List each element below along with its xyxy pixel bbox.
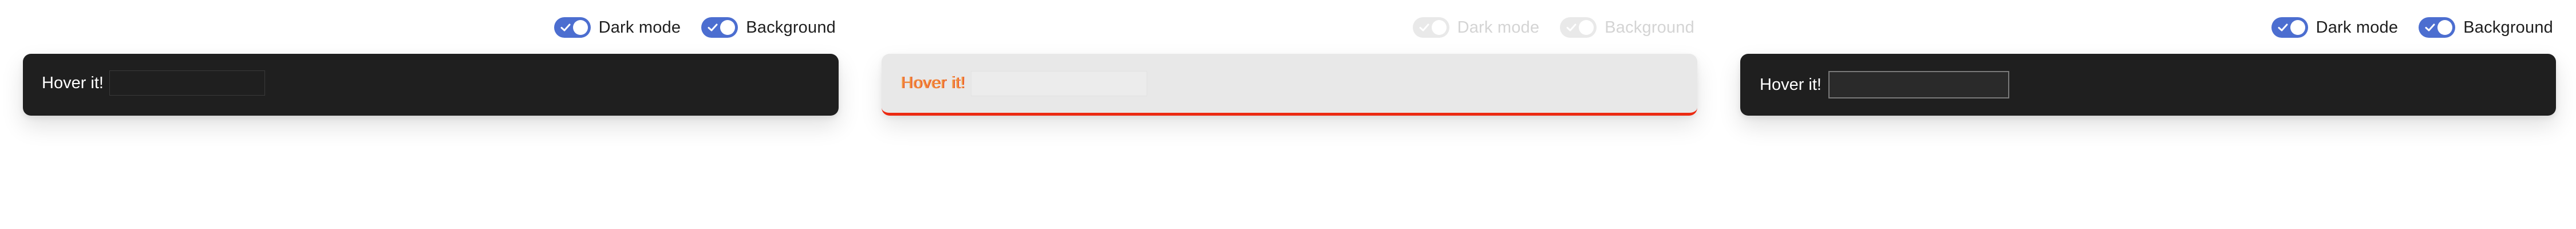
hover-card-input[interactable] [971,70,1148,96]
switch-knob [1579,20,1594,35]
dark-mode-toggle[interactable]: Dark mode [554,17,681,38]
hover-card-label: Hover it! [1760,75,1822,94]
hover-card[interactable]: Hover it! [23,54,839,116]
background-label: Background [1605,18,1694,37]
dark-mode-switch[interactable] [1412,17,1449,38]
background-label: Background [746,18,836,37]
hover-card-label: Hover it! [901,74,966,92]
hover-card-input[interactable] [1828,71,2009,98]
background-toggle[interactable]: Background [2419,17,2553,38]
demo-panel-hover: Dark mode Background Hover it! [1717,0,2576,229]
hover-card-input[interactable] [109,70,265,96]
check-icon [2278,23,2288,31]
check-icon [2425,23,2435,31]
background-switch[interactable] [2419,17,2456,38]
background-switch[interactable] [1560,17,1597,38]
check-icon [1566,23,1577,31]
settings-toggle-row: Dark mode Background [1412,17,1694,38]
dark-mode-label: Dark mode [2316,18,2399,37]
hover-card[interactable]: Hover it! [882,54,1697,116]
dark-mode-label: Dark mode [1457,18,1540,37]
check-icon [708,23,718,31]
settings-toggle-row: Dark mode Background [554,17,836,38]
demo-panel-light: Dark mode Background Hover it! [859,0,1717,229]
hover-card[interactable]: Hover it! [1740,54,2556,116]
dark-mode-label: Dark mode [598,18,681,37]
check-icon [560,23,571,31]
switch-knob [2290,20,2305,35]
demo-panel-dark: Dark mode Background Hover it! [0,0,859,229]
settings-toggle-row: Dark mode Background [2271,17,2553,38]
background-label: Background [2463,18,2553,37]
switch-knob [2437,20,2453,35]
dark-mode-toggle[interactable]: Dark mode [2271,17,2399,38]
dark-mode-switch[interactable] [554,17,591,38]
switch-knob [572,20,588,35]
hover-card-label: Hover it! [42,73,104,92]
switch-knob [1431,20,1447,35]
dark-mode-toggle[interactable]: Dark mode [1412,17,1540,38]
background-toggle[interactable]: Background [1560,17,1694,38]
background-switch[interactable] [701,17,738,38]
switch-knob [720,20,736,35]
background-toggle[interactable]: Background [701,17,836,38]
dark-mode-switch[interactable] [2271,17,2308,38]
demo-page: Dark mode Background Hover it! Dark mode… [0,0,2576,229]
check-icon [1419,23,1429,31]
